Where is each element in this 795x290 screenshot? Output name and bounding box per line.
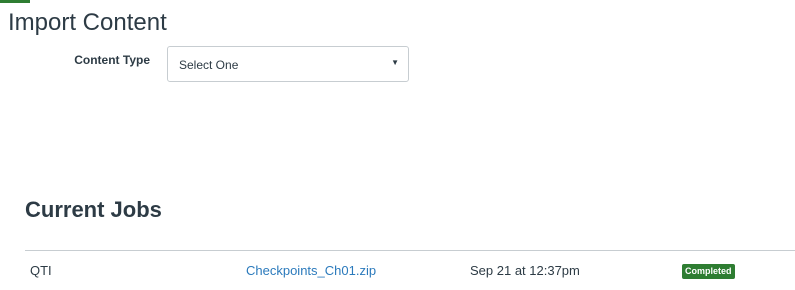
content-type-select[interactable]: Select One ▼ <box>167 46 409 82</box>
content-type-row: Content Type Select One ▼ <box>0 46 795 86</box>
import-content-page: Import Content Content Type Select One ▼… <box>0 0 795 290</box>
caret-down-icon: ▼ <box>391 58 399 67</box>
page-title: Import Content <box>8 9 167 36</box>
top-accent-bar <box>0 0 30 3</box>
content-type-selected-value: Select One <box>179 58 239 72</box>
job-date: Sep 21 at 12:37pm <box>470 263 580 278</box>
content-type-label: Content Type <box>74 53 150 67</box>
current-jobs-heading: Current Jobs <box>25 197 162 222</box>
jobs-table: QTI Checkpoints_Ch01.zip Sep 21 at 12:37… <box>25 250 795 290</box>
job-type: QTI <box>30 263 52 278</box>
job-file-link[interactable]: Checkpoints_Ch01.zip <box>246 263 376 278</box>
status-badge: Completed <box>682 264 735 279</box>
table-row: QTI Checkpoints_Ch01.zip Sep 21 at 12:37… <box>25 251 795 290</box>
